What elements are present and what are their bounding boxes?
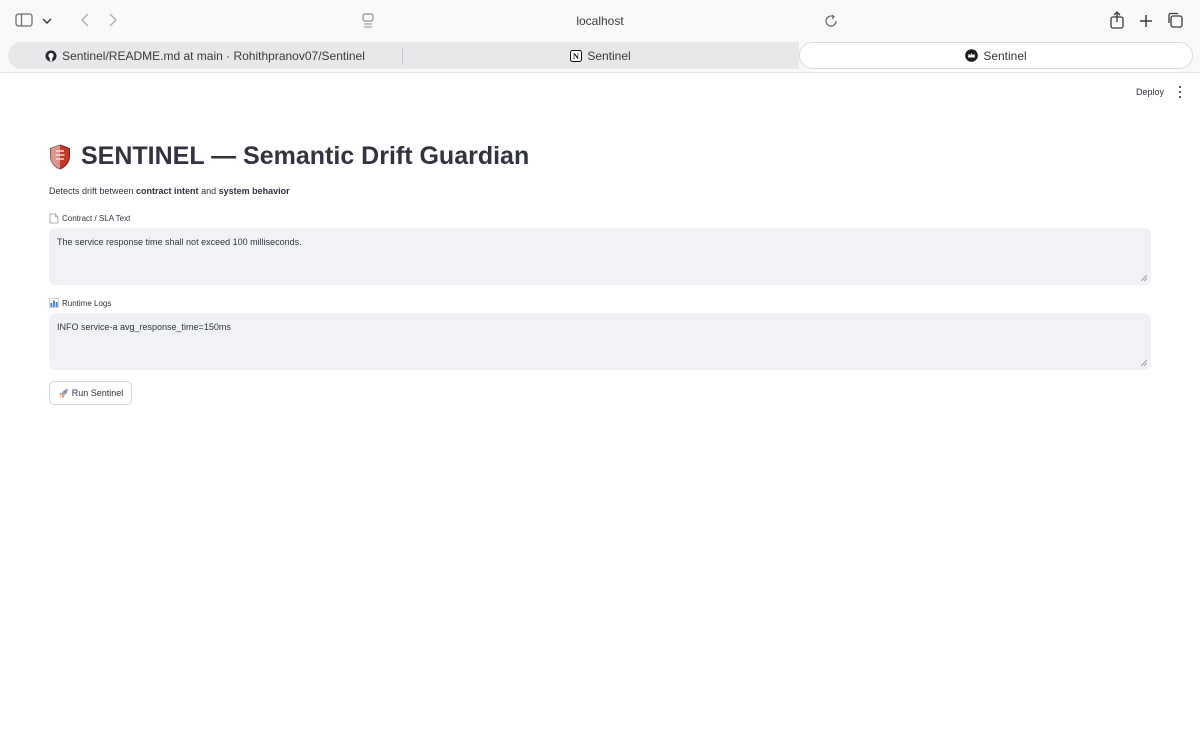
contract-textarea-value: The service response time shall not exce… bbox=[57, 237, 302, 247]
share-icon[interactable] bbox=[1108, 10, 1126, 30]
document-icon bbox=[49, 213, 59, 224]
streamlit-crown-icon bbox=[965, 49, 979, 62]
caption-prefix: Detects drift between bbox=[49, 186, 137, 196]
logs-textarea[interactable]: INFO service-a avg_response_time=150ms bbox=[49, 313, 1151, 370]
address-bar[interactable]: localhost bbox=[500, 10, 700, 32]
forward-icon[interactable] bbox=[106, 12, 120, 28]
contract-textarea[interactable]: The service response time shall not exce… bbox=[49, 228, 1151, 285]
resize-handle-icon[interactable] bbox=[1141, 275, 1147, 281]
description-text: Detects drift between contract intent an… bbox=[49, 186, 290, 196]
tab-notion-sentinel[interactable]: N Sentinel bbox=[402, 42, 799, 69]
contract-label-text: Contract / SLA Text bbox=[62, 214, 131, 223]
svg-text:N: N bbox=[573, 51, 580, 61]
browser-toolbar: localhost bbox=[0, 0, 1200, 40]
caption-bold-contract-intent: contract intent bbox=[136, 186, 199, 196]
main-menu-icon[interactable] bbox=[1175, 84, 1185, 100]
rocket-icon bbox=[58, 388, 69, 399]
tab-divider bbox=[402, 47, 403, 65]
back-icon[interactable] bbox=[78, 12, 92, 28]
notion-icon: N bbox=[570, 49, 583, 62]
run-button-label: Run Sentinel bbox=[71, 388, 124, 398]
tab-github-readme[interactable]: Sentinel/README.md at main · Rohithprano… bbox=[8, 42, 402, 69]
deploy-button[interactable]: Deploy bbox=[1130, 84, 1170, 100]
caption-middle: and bbox=[198, 186, 219, 196]
tab-label: Sentinel bbox=[983, 48, 1027, 63]
resize-handle-icon[interactable] bbox=[1141, 360, 1147, 366]
chevron-down-icon[interactable] bbox=[40, 14, 54, 28]
contract-label: Contract / SLA Text bbox=[49, 213, 130, 224]
tab-bar: Sentinel/README.md at main · Rohithprano… bbox=[0, 40, 1200, 73]
title-text: SENTINEL — Semantic Drift Guardian bbox=[81, 142, 530, 170]
new-tab-icon[interactable] bbox=[1137, 12, 1155, 30]
sidebar-toggle-icon[interactable] bbox=[14, 12, 34, 28]
logs-textarea-value: INFO service-a avg_response_time=150ms bbox=[57, 322, 231, 332]
logs-label-text: Runtime Logs bbox=[62, 298, 112, 308]
run-sentinel-button[interactable]: Run Sentinel bbox=[49, 381, 132, 405]
tab-streamlit-sentinel[interactable]: Sentinel bbox=[799, 42, 1193, 69]
caption-bold-system-behavior: system behavior bbox=[218, 186, 290, 196]
bar-chart-icon bbox=[49, 298, 59, 308]
logs-label: Runtime Logs bbox=[49, 298, 111, 308]
tab-label: Sentinel bbox=[587, 48, 631, 63]
reload-icon[interactable] bbox=[823, 13, 839, 29]
reader-icon[interactable] bbox=[361, 12, 375, 30]
shield-icon bbox=[49, 143, 71, 170]
github-icon bbox=[45, 50, 57, 62]
tab-label: Sentinel/README.md at main · Rohithprano… bbox=[62, 48, 365, 63]
tab-overview-icon[interactable] bbox=[1166, 11, 1184, 29]
page-title: SENTINEL — Semantic Drift Guardian bbox=[49, 142, 529, 171]
